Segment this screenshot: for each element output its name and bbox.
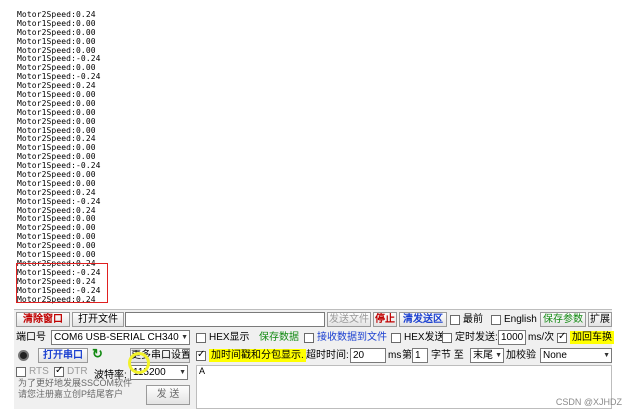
log-line: Motor2Speed:0.00 — [17, 170, 96, 180]
timeout-label: 超时时间: — [306, 350, 349, 361]
log-line: Motor2Speed:0.00 — [17, 63, 96, 73]
expand-button[interactable]: 扩展 — [588, 312, 612, 327]
log-line: Motor1Speed:0.00 — [17, 214, 96, 224]
frame-label: 第 — [402, 350, 412, 361]
frame-input[interactable]: 1 — [412, 348, 428, 363]
log-line: Motor1Speed:-0.24 — [17, 161, 101, 171]
interval-input[interactable]: 1000 — [498, 330, 526, 345]
add-crlf-checkbox[interactable] — [557, 331, 567, 343]
refresh-icon[interactable]: ↻ — [92, 346, 103, 362]
log-line: Motor2Speed:0.00 — [17, 152, 96, 162]
timestamp-label: 加时间戳和分包显示. — [209, 349, 306, 362]
annotation-circle — [128, 352, 150, 374]
dtr-checkbox[interactable] — [54, 365, 64, 377]
log-line: Motor2Speed:0.00 — [17, 98, 96, 108]
save-params-button[interactable]: 保存参数 — [540, 312, 586, 327]
port-label: 端口号 — [16, 332, 46, 343]
log-line: Motor1Speed:-0.24 — [17, 54, 101, 64]
serial-output-log: Motor2Speed:0.24 Motor1Speed:0.00 Motor2Sp… — [17, 11, 617, 304]
hex-send-label: HEX发送 — [404, 332, 445, 343]
byte-label: 字节 至 — [431, 350, 464, 361]
save-data-link[interactable]: 保存数据 — [259, 331, 299, 344]
rts-checkbox[interactable] — [16, 367, 26, 377]
log-line: Motor2Speed:0.24 — [17, 205, 96, 215]
toolbar-row-2: 端口号 COM6 USB-SERIAL CH340 HEX显示 保存数据 接收数… — [14, 328, 614, 347]
timestamp-checkbox[interactable] — [196, 349, 206, 361]
log-line: Motor1Speed:0.00 — [17, 232, 96, 242]
checksum-select[interactable]: None — [540, 348, 612, 363]
send-file-button[interactable]: 发送文件 — [327, 312, 371, 327]
add-crlf-label: 加回车换 — [570, 331, 614, 344]
hex-display-label: HEX显示 — [209, 332, 250, 343]
clear-window-button[interactable]: 清除窗口 — [16, 312, 70, 327]
log-line: Motor1Speed:-0.24 — [17, 196, 101, 206]
hex-display-checkbox[interactable] — [196, 333, 206, 343]
open-port-button[interactable]: 打开串口 — [38, 348, 88, 363]
log-line: Motor1Speed:0.00 — [17, 107, 96, 117]
rts-label: RTS — [29, 366, 49, 377]
hex-send-checkbox[interactable] — [391, 333, 401, 343]
log-line: Motor1Speed:-0.24 — [17, 72, 101, 82]
log-line: Motor1Speed:0.00 — [17, 125, 96, 135]
port-select[interactable]: COM6 USB-SERIAL CH340 — [51, 330, 190, 345]
log-line: Motor2Speed:0.00 — [17, 45, 96, 55]
timed-send-label: 定时发送: — [455, 332, 498, 343]
log-line: Motor2Speed:0.00 — [17, 27, 96, 37]
log-line: Motor1Speed:0.00 — [17, 250, 96, 260]
stop-button[interactable]: 停止 — [373, 312, 397, 327]
log-line: Motor1Speed:0.00 — [17, 178, 96, 188]
checksum-label: 加校验 — [506, 350, 536, 361]
dtr-label: DTR — [67, 366, 88, 377]
file-path-input[interactable] — [125, 312, 325, 327]
recv-to-file-checkbox[interactable] — [304, 333, 314, 343]
port-status-icon — [18, 350, 29, 361]
timeout-input[interactable]: 20 — [350, 348, 386, 363]
annotation-box — [16, 263, 108, 303]
open-file-button[interactable]: 打开文件 — [72, 312, 124, 327]
log-line: Motor2Speed:0.24 — [17, 81, 96, 91]
timed-send-checkbox[interactable] — [442, 333, 452, 343]
interval-unit: ms/次 — [528, 332, 555, 343]
log-line: Motor2Speed:0.00 — [17, 223, 96, 233]
register-hint: 为了更好地发展SSCOM软件 请您注册嘉立创P结尾客户 — [18, 378, 133, 399]
watermark: CSDN @XJHDZ — [555, 397, 622, 407]
log-line: Motor2Speed:0.24 — [17, 11, 96, 19]
english-label: English — [504, 314, 537, 325]
send-text: A — [199, 366, 206, 376]
send-button[interactable]: 发 送 — [146, 385, 190, 405]
recv-to-file-label: 接收数据到文件 — [317, 332, 387, 343]
tail-select[interactable]: 末尾 — [470, 348, 504, 363]
log-line: Motor1Speed:0.00 — [17, 18, 96, 28]
toolbar-row-3: 打开串口 ↻ 更多串口设置 加时间戳和分包显示. 超时时间: 20 ms 第 1… — [14, 346, 612, 365]
bottom-left-panel: RTS DTR 波特率: 115200 为了更好地发展SSCOM软件 请您注册嘉… — [14, 365, 196, 409]
clear-send-button[interactable]: 清发送区 — [399, 312, 447, 327]
timeout-unit: ms — [388, 350, 402, 361]
topmost-label: 最前 — [463, 314, 483, 325]
log-line: Motor2Speed:0.00 — [17, 116, 96, 126]
toolbar-row-1: 清除窗口 打开文件 发送文件 停止 清发送区 最前 English 保存参数 扩… — [14, 309, 612, 328]
topmost-checkbox[interactable] — [450, 315, 460, 325]
log-line: Motor2Speed:0.24 — [17, 134, 96, 144]
log-line: Motor1Speed:0.00 — [17, 36, 96, 46]
log-line: Motor2Speed:0.24 — [17, 187, 96, 197]
send-textarea[interactable]: A — [196, 365, 612, 409]
english-checkbox[interactable] — [491, 315, 501, 325]
log-line: Motor1Speed:0.00 — [17, 143, 96, 153]
log-line: Motor2Speed:0.00 — [17, 241, 96, 251]
log-line: Motor1Speed:0.00 — [17, 90, 96, 100]
